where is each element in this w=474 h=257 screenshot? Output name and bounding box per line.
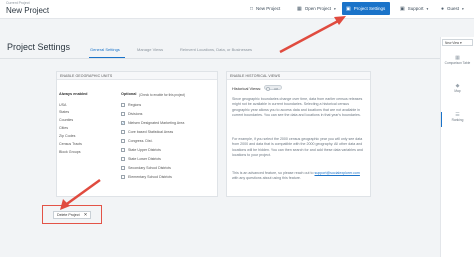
always-item: States [59, 110, 70, 114]
chevron-down-icon: ▾ [334, 6, 336, 11]
header-divider [0, 58, 440, 59]
checkbox-nielsen-dma[interactable]: ✓ [121, 121, 125, 125]
always-item: Cities [59, 126, 68, 130]
always-item: Zip Codes [59, 134, 76, 138]
open-project-button[interactable]: ▦ Open Project ▾ [293, 2, 340, 15]
always-item: Counties [59, 118, 74, 122]
page-title: Project Settings [7, 42, 71, 52]
checkbox-label: Divisions [128, 112, 143, 116]
always-item: Block Groups [59, 150, 81, 154]
support-button[interactable]: ▣ Support ▾ [396, 2, 432, 15]
rail-item-ranking[interactable]: ☰ Ranking [441, 112, 474, 122]
checkbox-label: State Upper Districts [128, 148, 161, 152]
checkbox-label: Nielsen Designated Marketing Area [128, 121, 185, 125]
guest-button[interactable]: ● Guest ▾ [437, 2, 468, 15]
checkbox-elementary-school[interactable] [121, 175, 125, 179]
checkbox-regions[interactable] [121, 103, 125, 107]
checkbox-label: Core based Statistical Areas [128, 130, 174, 134]
checkbox-label: State Lower Districts [128, 157, 161, 161]
chevron-down-icon: ▾ [426, 6, 429, 11]
folder-icon: ▦ [297, 5, 302, 12]
delete-project-button[interactable]: Delete Project ✕ [53, 211, 92, 219]
check-icon: ✓ [122, 121, 125, 125]
person-icon: ● [441, 5, 445, 12]
checkbox-secondary-school[interactable] [121, 166, 125, 170]
checkbox-label: Elementary School Districts [128, 175, 172, 179]
project-settings-button[interactable]: ▣ Project Settings [342, 2, 390, 15]
geographic-units-panel: ENABLE GEOGRAPHIC UNITS Always enabled U… [56, 71, 218, 197]
monitor-icon: ▣ [400, 5, 405, 12]
historical-description: Since geographic boundaries change over … [232, 97, 363, 118]
checkbox-divisions[interactable] [121, 112, 125, 116]
optional-note: (Check to enable for this project) [139, 92, 186, 97]
historical-example: For example, if you select the 2000 cens… [232, 137, 363, 158]
tab-general-settings[interactable]: General Settings [90, 47, 120, 52]
delete-highlight-box: Delete Project ✕ [42, 205, 102, 224]
checkbox-congress-dist[interactable] [121, 139, 125, 143]
views-rail: New View ▾ ▦ Comparison Table ◆ Map ☰ Ra… [440, 37, 474, 257]
top-bar: Current Project New Project □ New Projec… [0, 0, 474, 19]
historical-support-note: This is an advanced feature, so please r… [232, 171, 360, 181]
checkbox-cbsa[interactable] [121, 130, 125, 134]
historical-views-toggle[interactable]: Off [264, 85, 282, 91]
historical-views-panel: ENABLE HISTORICAL VIEWS Historical Views… [226, 71, 371, 197]
page-header: Project Settings General Settings Manage… [0, 37, 440, 59]
historical-views-label: Historical Views: [232, 86, 262, 91]
always-item: USA [59, 103, 67, 107]
project-caption: Current Project [6, 1, 30, 5]
historical-views-heading: ENABLE HISTORICAL VIEWS [227, 72, 370, 80]
new-project-button[interactable]: □ New Project [246, 2, 284, 15]
checkbox-state-lower[interactable] [121, 157, 125, 161]
checkbox-label: Regions [128, 103, 142, 107]
geographic-units-heading: ENABLE GEOGRAPHIC UNITS [57, 72, 217, 80]
optional-heading: Optional [121, 92, 137, 96]
chevron-down-icon: ▾ [460, 41, 462, 45]
toggle-state: Off [274, 86, 278, 91]
new-view-dropdown[interactable]: New View ▾ [442, 39, 473, 46]
toggle-knob [265, 86, 270, 91]
project-name[interactable]: New Project [6, 6, 49, 15]
close-icon: ✕ [83, 212, 88, 217]
support-email-link[interactable]: support@socialexplorer.com [315, 171, 360, 175]
tab-reinvent-locations[interactable]: Reinvent Locations, Data, or Businesses [180, 47, 252, 52]
always-enabled-heading: Always enabled [59, 92, 88, 96]
chevron-down-icon: ▾ [462, 6, 464, 11]
tab-manage-views[interactable]: Manage Views [137, 47, 163, 52]
checkbox-label: Congress. Dist. [128, 139, 153, 143]
settings-icon: ▣ [346, 5, 351, 12]
page-icon: □ [250, 5, 254, 12]
checkbox-state-upper[interactable] [121, 148, 125, 152]
always-item: Census Tracts [59, 142, 82, 146]
rail-item-map[interactable]: ◆ Map [441, 83, 474, 93]
rail-item-comparison-table[interactable]: ▦ Comparison Table [441, 55, 474, 65]
checkbox-label: Secondary School Districts [128, 166, 171, 170]
